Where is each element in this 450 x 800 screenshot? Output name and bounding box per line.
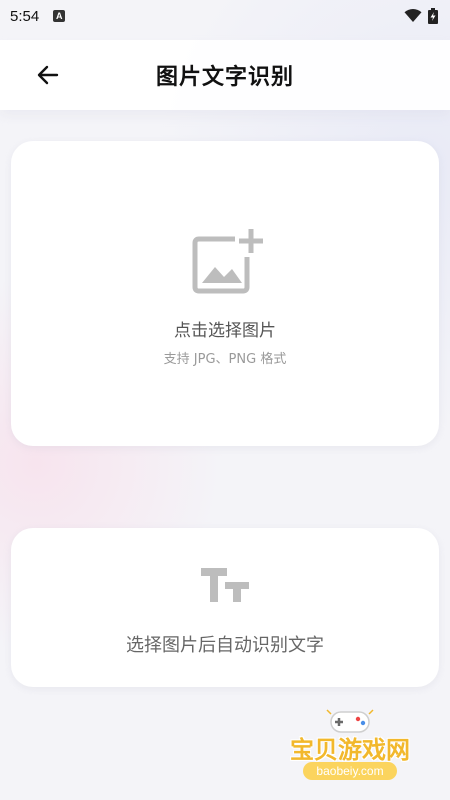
- app-bar: 图片文字识别: [0, 40, 450, 110]
- watermark-logo: 宝贝游戏网 baobeiy.com: [275, 708, 425, 788]
- text-size-icon: [201, 568, 249, 602]
- status-left: 5:54 A: [10, 7, 66, 25]
- select-image-label: 点击选择图片: [174, 321, 276, 341]
- status-bar: 5:54 A: [0, 0, 450, 32]
- status-right: [404, 8, 438, 24]
- status-time: 5:54: [10, 7, 40, 25]
- watermark-url: baobeiy.com: [303, 762, 397, 780]
- a-icon: A: [53, 10, 66, 22]
- supported-formats-label: 支持 JPG、PNG 格式: [163, 352, 287, 367]
- auto-recognize-text: 选择图片后自动识别文字: [126, 635, 324, 656]
- wifi-icon: [404, 9, 422, 22]
- battery-charging-icon: [428, 8, 438, 24]
- auto-recognize-card: [11, 528, 439, 687]
- page-title: 图片文字识别: [155, 65, 294, 90]
- add-image-icon: [192, 229, 263, 294]
- watermark-title: 宝贝游戏网: [290, 736, 410, 764]
